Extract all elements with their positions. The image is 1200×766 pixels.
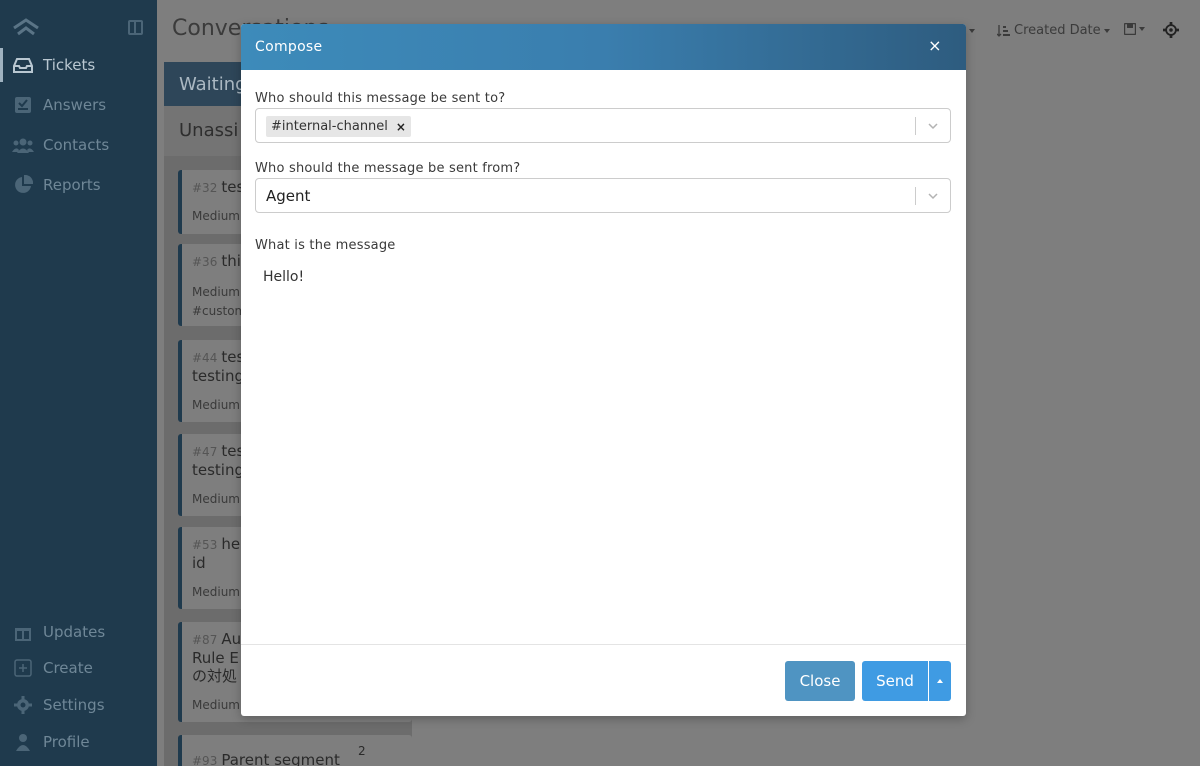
sidebar-item-label: Reports xyxy=(43,176,101,194)
message-text: Hello! xyxy=(263,269,305,285)
sidebar-item-create[interactable]: Create xyxy=(0,651,157,685)
remove-tag-icon[interactable]: × xyxy=(396,120,406,134)
compose-modal: Compose × Who should this message be sen… xyxy=(241,24,966,716)
sidebar-item-label: Settings xyxy=(43,696,105,714)
sidebar-item-label: Create xyxy=(43,659,93,677)
ticket-number: #47 xyxy=(192,445,218,459)
message-textarea[interactable]: Hello! xyxy=(255,264,951,639)
modal-footer: Close Send xyxy=(241,644,966,716)
ticket-title: Parent segment xyxy=(221,751,340,766)
sort-dropdown[interactable]: Created Date xyxy=(997,23,1110,38)
answers-icon xyxy=(12,96,34,114)
close-icon[interactable]: × xyxy=(926,37,944,55)
save-icon xyxy=(1124,23,1136,35)
ticket-priority: Medium xyxy=(192,209,240,223)
sidebar: Tickets Answers Contacts Reports Updates… xyxy=(0,0,157,766)
close-button[interactable]: Close xyxy=(785,661,855,701)
ticket-title: Au xyxy=(221,630,242,648)
ticket-title-line: #93 Parent segment xyxy=(192,751,402,766)
save-view-dropdown[interactable] xyxy=(1124,23,1145,35)
sender-label: Who should the message be sent from? xyxy=(255,161,521,176)
sort-label: Created Date xyxy=(1014,23,1101,38)
recipient-tag: #internal-channel × xyxy=(266,116,411,137)
sidebar-item-tickets[interactable]: Tickets xyxy=(0,48,157,82)
user-icon xyxy=(12,733,34,751)
ticket-count-badge: 2 xyxy=(358,744,366,758)
ticket-card[interactable]: #93 Parent segment 2 xyxy=(178,735,412,766)
inbox-icon xyxy=(12,56,34,74)
chevron-down-icon xyxy=(1139,27,1145,31)
sidebar-item-profile[interactable]: Profile xyxy=(0,725,157,759)
send-button[interactable]: Send xyxy=(862,661,928,701)
ticket-number: #53 xyxy=(192,538,218,552)
sidebar-item-label: Tickets xyxy=(43,56,96,74)
sidebar-item-label: Contacts xyxy=(43,136,110,154)
sidebar-item-reports[interactable]: Reports xyxy=(0,168,157,202)
recipient-select[interactable]: #internal-channel × xyxy=(255,108,951,143)
sidebar-collapse-icon[interactable] xyxy=(128,20,143,35)
sidebar-item-contacts[interactable]: Contacts xyxy=(0,128,157,162)
sidebar-item-settings[interactable]: Settings xyxy=(0,688,157,722)
modal-header: Compose × xyxy=(241,24,966,70)
modal-title: Compose xyxy=(255,39,323,55)
sidebar-item-answers[interactable]: Answers xyxy=(0,88,157,122)
caret-up-icon xyxy=(937,679,943,683)
users-icon xyxy=(12,136,34,154)
ticket-channel: #custom xyxy=(192,304,247,318)
ticket-priority: Medium xyxy=(192,398,240,412)
pie-chart-icon xyxy=(12,175,34,194)
message-label: What is the message xyxy=(255,238,396,253)
recipient-label: Who should this message be sent to? xyxy=(255,91,506,106)
ticket-number: #44 xyxy=(192,351,218,365)
settings-gear-button[interactable] xyxy=(1163,22,1179,38)
ticket-priority: Medium xyxy=(192,698,240,712)
select-divider xyxy=(915,117,916,135)
ticket-priority: Medium xyxy=(192,285,240,299)
ticket-number: #36 xyxy=(192,255,218,269)
chevron-down-icon xyxy=(969,28,975,33)
plus-square-icon xyxy=(12,659,34,677)
gift-icon xyxy=(12,623,34,641)
gear-icon xyxy=(12,696,34,714)
sidebar-item-label: Profile xyxy=(43,733,90,751)
sidebar-item-updates[interactable]: Updates xyxy=(0,615,157,649)
chevron-down-icon xyxy=(1103,28,1110,33)
sidebar-item-label: Updates xyxy=(43,623,106,641)
ticket-number: #93 xyxy=(192,754,218,766)
ticket-number: #87 xyxy=(192,633,218,647)
recipient-tag-label: #internal-channel xyxy=(271,119,388,134)
send-options-button[interactable] xyxy=(929,661,951,701)
sort-icon xyxy=(997,24,1010,37)
app-logo-icon[interactable] xyxy=(12,18,40,38)
gear-icon xyxy=(1163,22,1179,38)
ticket-priority: Medium xyxy=(192,492,240,506)
ticket-priority: Medium xyxy=(192,585,240,599)
sidebar-item-label: Answers xyxy=(43,96,107,114)
sender-select[interactable]: Agent xyxy=(255,178,951,213)
select-divider xyxy=(915,187,916,205)
chevron-down-icon[interactable] xyxy=(928,191,938,201)
sender-value: Agent xyxy=(266,187,311,205)
ticket-title: thi xyxy=(221,252,241,270)
chevron-down-icon[interactable] xyxy=(928,121,938,131)
ticket-number: #32 xyxy=(192,181,218,195)
ticket-title: he xyxy=(221,535,241,553)
